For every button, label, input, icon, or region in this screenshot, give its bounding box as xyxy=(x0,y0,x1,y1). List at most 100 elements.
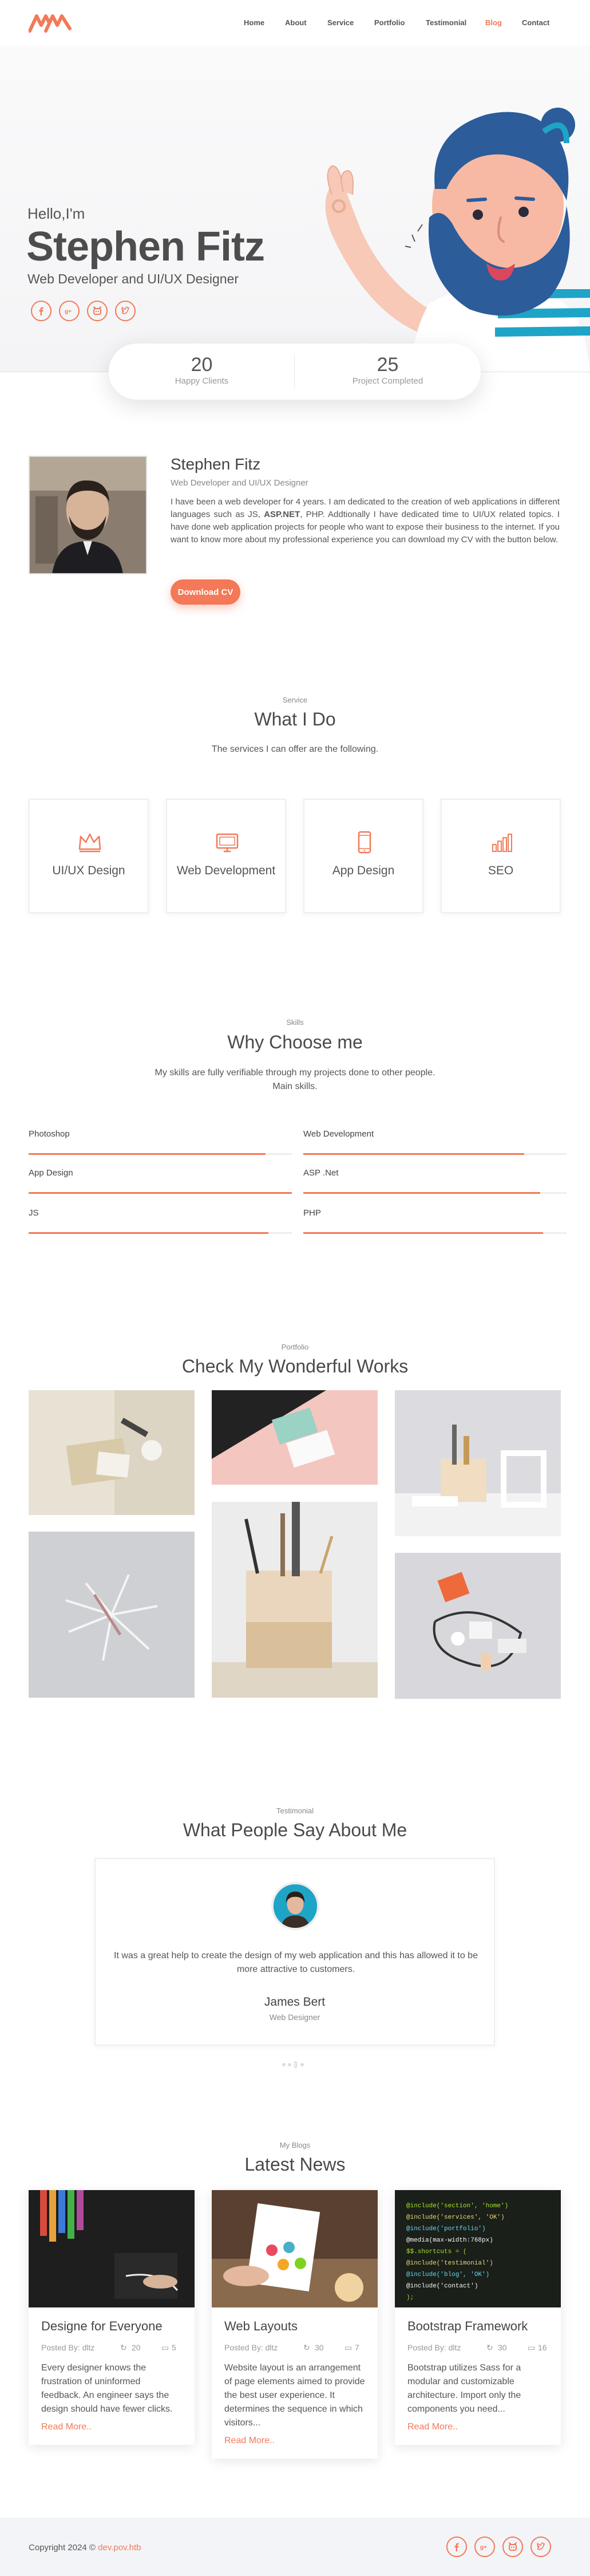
top-navbar: Home About Service Portfolio Testimonial… xyxy=(0,0,590,46)
testimonial-card: It was a great help to create the design… xyxy=(94,1858,495,2046)
testimonial-role: Web Designer xyxy=(269,2013,320,2022)
svg-text:@include('section', 'home'): @include('section', 'home') xyxy=(406,2203,508,2210)
skill-bar-track xyxy=(29,1232,292,1234)
nav-home[interactable]: Home xyxy=(244,18,264,27)
testimonial-kicker: Testimonial xyxy=(276,1806,314,1815)
skill-bar-fill xyxy=(29,1153,266,1155)
service-card-seo[interactable]: SEO xyxy=(441,799,561,913)
read-more-link[interactable]: Read More.. xyxy=(212,2430,378,2459)
skill-bar-fill xyxy=(303,1192,540,1194)
svg-text:@include('testimonial'): @include('testimonial') xyxy=(406,2260,493,2267)
google-plus-icon[interactable]: g+ xyxy=(59,301,80,321)
stat-label: Happy Clients xyxy=(175,376,229,386)
blog-image xyxy=(212,2190,378,2307)
portfolio-item-2[interactable] xyxy=(29,1532,195,1698)
skills-description: My skills are fully verifiable through m… xyxy=(155,1068,435,1091)
service-label: Web Development xyxy=(176,864,276,877)
pager-dot-active[interactable] xyxy=(294,2061,297,2068)
footer-link[interactable]: dev.pov.htb xyxy=(98,2543,141,2553)
svg-text:@include('services', 'OK'): @include('services', 'OK') xyxy=(406,2214,505,2221)
skill-label: Photoshop xyxy=(29,1129,70,1139)
blog-post-title[interactable]: Web Layouts xyxy=(212,2307,378,2334)
service-label: App Design xyxy=(332,864,395,877)
blog-post-title[interactable]: Bootstrap Framework xyxy=(395,2307,561,2334)
blog-post-meta: Posted By: dltz ↻ 30 ▭ 7 xyxy=(224,2343,359,2352)
nav-about[interactable]: About xyxy=(285,18,307,27)
svg-text:@include('contact'): @include('contact') xyxy=(406,2283,478,2290)
testimonial-name: James Bert xyxy=(264,1995,326,2009)
pager-dot[interactable] xyxy=(288,2063,291,2066)
portfolio-item-4[interactable] xyxy=(212,1502,378,1698)
skill-label: JS xyxy=(29,1208,39,1218)
crown-icon xyxy=(78,833,101,853)
blog-post-meta: Posted By: dltz ↻ 20 ▭ 5 xyxy=(41,2343,176,2352)
facebook-icon[interactable] xyxy=(446,2536,467,2557)
google-plus-icon[interactable]: g+ xyxy=(474,2536,495,2557)
stat-value: 25 xyxy=(377,354,399,376)
nav-blog[interactable]: Blog xyxy=(485,18,502,27)
blog-card-2[interactable]: Web Layouts Posted By: dltz ↻ 30 ▭ 7 Web… xyxy=(212,2190,378,2459)
portfolio-item-3[interactable] xyxy=(212,1390,378,1485)
testimonial-pagination xyxy=(282,2060,307,2068)
svg-text:$$.shortcuts = (: $$.shortcuts = ( xyxy=(406,2248,467,2255)
facebook-icon[interactable] xyxy=(31,301,52,321)
skill-label: ASP .Net xyxy=(303,1168,339,1178)
service-kicker: Service xyxy=(282,696,308,704)
site-logo[interactable] xyxy=(29,13,72,33)
stat-value: 20 xyxy=(191,354,213,376)
portfolio-item-1[interactable] xyxy=(29,1390,195,1515)
service-card-web-development[interactable]: Web Development xyxy=(166,799,286,913)
download-cv-button[interactable]: Download CV xyxy=(171,579,240,605)
svg-text:);: ); xyxy=(406,2294,414,2301)
service-label: UI/UX Design xyxy=(52,864,125,877)
portfolio-item-5[interactable] xyxy=(395,1390,561,1536)
blog-title: Latest News xyxy=(244,2154,346,2175)
pager-dot[interactable] xyxy=(282,2063,286,2066)
skill-bar-track xyxy=(303,1192,567,1194)
read-more-link[interactable]: Read More.. xyxy=(29,2416,195,2445)
blog-card-3[interactable]: @include('section', 'home') @include('ser… xyxy=(395,2190,561,2445)
blog-post-meta: Posted By: dltz ↻ 30 ▭ 16 xyxy=(407,2343,547,2352)
twitter-icon[interactable] xyxy=(530,2536,551,2557)
service-card-app-design[interactable]: App Design xyxy=(303,799,423,913)
portfolio-item-6[interactable] xyxy=(395,1553,561,1699)
hero-section: Hello,I'm Stephen Fitz Web Developer and… xyxy=(0,46,590,372)
service-card-ui-ux[interactable]: UI/UX Design xyxy=(29,799,149,913)
skill-bar-track xyxy=(303,1153,567,1155)
like-icon: ↻ xyxy=(303,2343,310,2352)
github-icon[interactable] xyxy=(502,2536,523,2557)
stat-projects-completed: 25 Project Completed xyxy=(295,354,481,386)
mobile-icon xyxy=(358,831,371,854)
testimonial-quote: It was a great help to create the design… xyxy=(114,1951,478,1974)
portfolio-kicker: Portfolio xyxy=(281,1343,309,1351)
about-text: I have been a web developer for 4 years.… xyxy=(171,497,560,545)
nav-contact[interactable]: Contact xyxy=(522,18,549,27)
like-icon: ↻ xyxy=(120,2343,127,2352)
blog-post-excerpt: Bootstrap utilizes Sass for a modular an… xyxy=(407,2363,521,2414)
service-title: What I Do xyxy=(254,709,336,729)
stats-card: 20 Happy Clients 25 Project Completed xyxy=(109,344,481,400)
twitter-icon[interactable] xyxy=(115,301,136,321)
blog-kicker: My Blogs xyxy=(279,2141,311,2149)
pager-dot[interactable] xyxy=(300,2063,304,2066)
comment-icon: ▭ xyxy=(528,2343,536,2352)
nav-testimonial[interactable]: Testimonial xyxy=(426,18,466,27)
nav-service[interactable]: Service xyxy=(327,18,354,27)
like-icon: ↻ xyxy=(486,2343,493,2352)
svg-text:@media(max-width:768px): @media(max-width:768px) xyxy=(406,2237,493,2244)
nav-portfolio[interactable]: Portfolio xyxy=(374,18,405,27)
bearded-man-illustration xyxy=(325,108,590,372)
github-icon[interactable] xyxy=(87,301,108,321)
skill-bar-fill xyxy=(29,1192,292,1194)
footer: Copyright 2024 © dev.pov.htb g+ xyxy=(0,2518,590,2576)
monitor-icon xyxy=(216,833,239,853)
skill-bar-track xyxy=(29,1153,292,1155)
about-subtitle: Web Developer and UI/UX Designer xyxy=(171,478,308,488)
bar-chart-icon xyxy=(492,834,512,852)
hero-name: Stephen Fitz xyxy=(26,224,265,270)
read-more-link[interactable]: Read More.. xyxy=(395,2416,561,2445)
svg-text:@include('blog', 'OK'): @include('blog', 'OK') xyxy=(406,2271,489,2278)
blog-post-title[interactable]: Designe for Everyone xyxy=(29,2307,195,2334)
blog-card-1[interactable]: Designe for Everyone Posted By: dltz ↻ 2… xyxy=(29,2190,195,2445)
testimonial-title: What People Say About Me xyxy=(183,1820,407,1840)
